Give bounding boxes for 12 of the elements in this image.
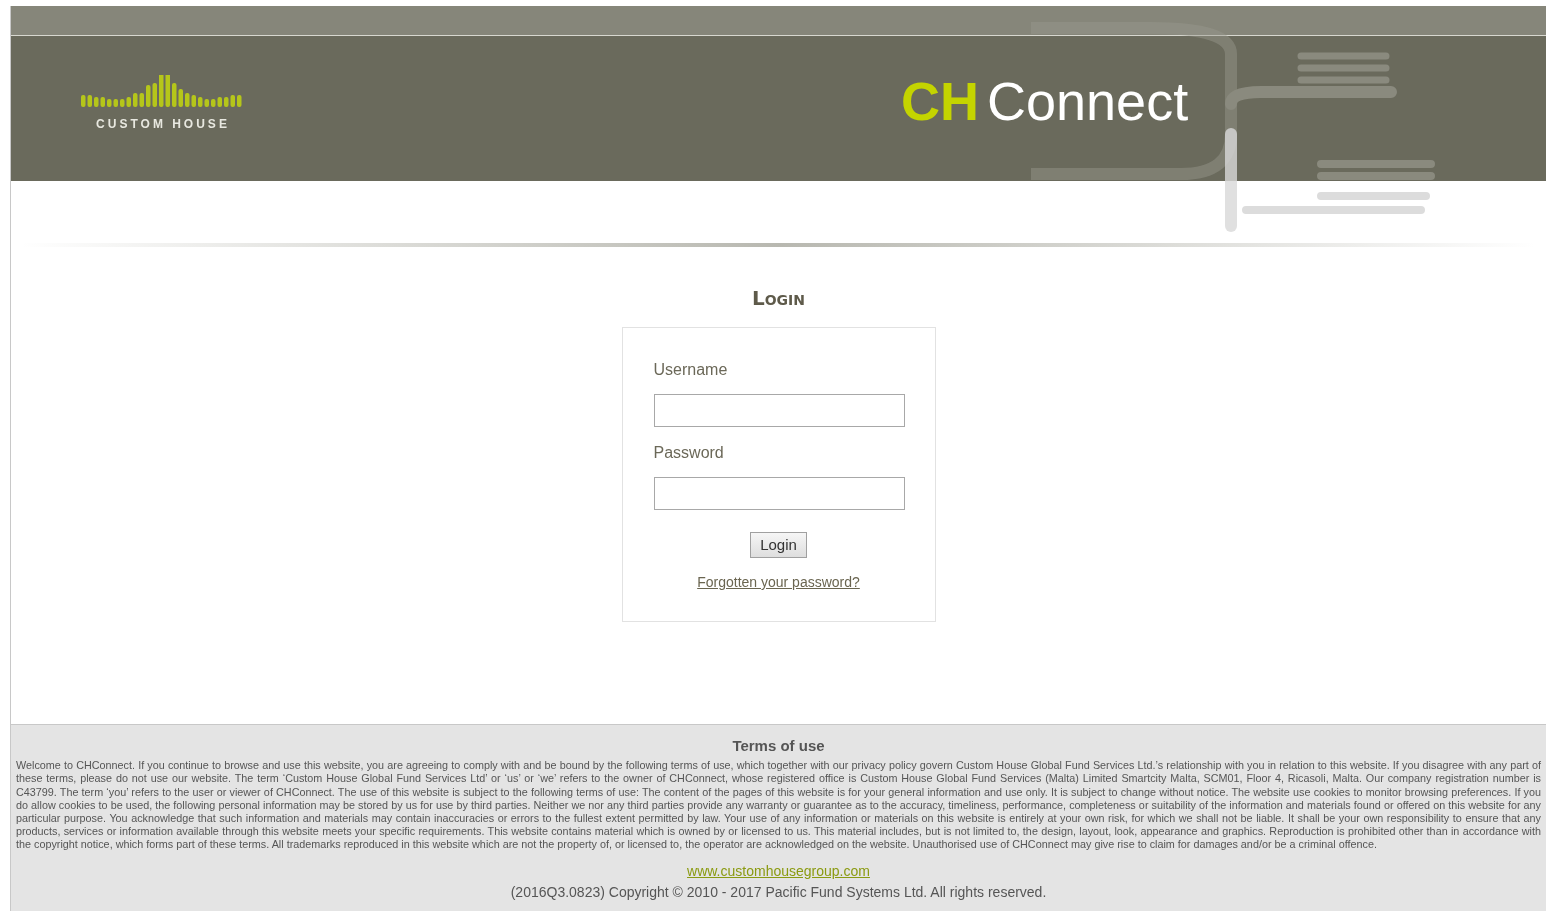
input-field[interactable]: [653, 394, 905, 427]
forgot-password-link[interactable]: Forgotten your password?: [697, 572, 860, 593]
company-logo: CUSTOM HOUSE: [96, 115, 230, 133]
copyright-text: (2016Q3.0823) Copyright © 2010 - 2017 Pacific Fund Systems Ltd. All rights reserved.: [510, 883, 1047, 902]
terms-text: Welcome to CHConnect. If you continue to browse and use this website, you are agreeing to comply with and be bound by the following terms of use, which together with our privacy policy govern Custom House Global Fund Services Ltd.’s relationship with you in relation to this website. If you disagree with any part of these terms, please do not use our website. The term ‘Custom House Global Fund Services Ltd’ or ‘us’ or ‘we’ refers to the owner of CHConnect, whose registered office is Custom House Global Fund Services (Malta) Limited Smartcity Malta, SCM01, Floor 4, Ricasoli, Malta. Our company registration number is C43799. The term ‘you’ refers to the user or viewer of CHConnect. The use of this website is subject to the following terms of use: The content of the pages of this website is for your general information and use only. It is subject to change without notice. The website use cookies to monitor browsing preferences. If you do allow cookies to be used, the following personal information may be stored by us for use by third parties. Neither we nor any third parties provide any warranty or guarantee as to the accuracy, timeliness, performance, completeness or suitability of the information and materials found or offered on this website for any particular purpose. You acknowledge that such information and materials may contain inaccuracies or errors to the fullest extent permitted by law. Your use of any information or materials on this website is entirely at your own risk, for which we shall not be liable. It shall be your own responsibility to ensure that any products, services or information available through this website meets your specific requirements. This website contains material which is owned by or licensed to us. This material includes, but is not limited to, the design, layout, look, appearance and graphics. Reproduction is prohibited other than in accordance with the copyright notice, which forms part of these terms. All trademarks reproduced in this website which are not the property of, or licensed to, the operator are acknowledged on the website. Unauthorised use of CHConnect may give rise to claim for damages and/or be a criminal offence.: [16, 759, 1541, 851]
field-label: Username: [653, 360, 729, 380]
login-button[interactable]: Login: [750, 532, 807, 558]
login-title: Login: [751, 285, 806, 312]
product-logo: CH Connect: [901, 74, 1189, 128]
input-field[interactable]: [653, 477, 905, 510]
field-label: Password: [653, 443, 725, 463]
terms-title: Terms of use: [732, 735, 825, 756]
